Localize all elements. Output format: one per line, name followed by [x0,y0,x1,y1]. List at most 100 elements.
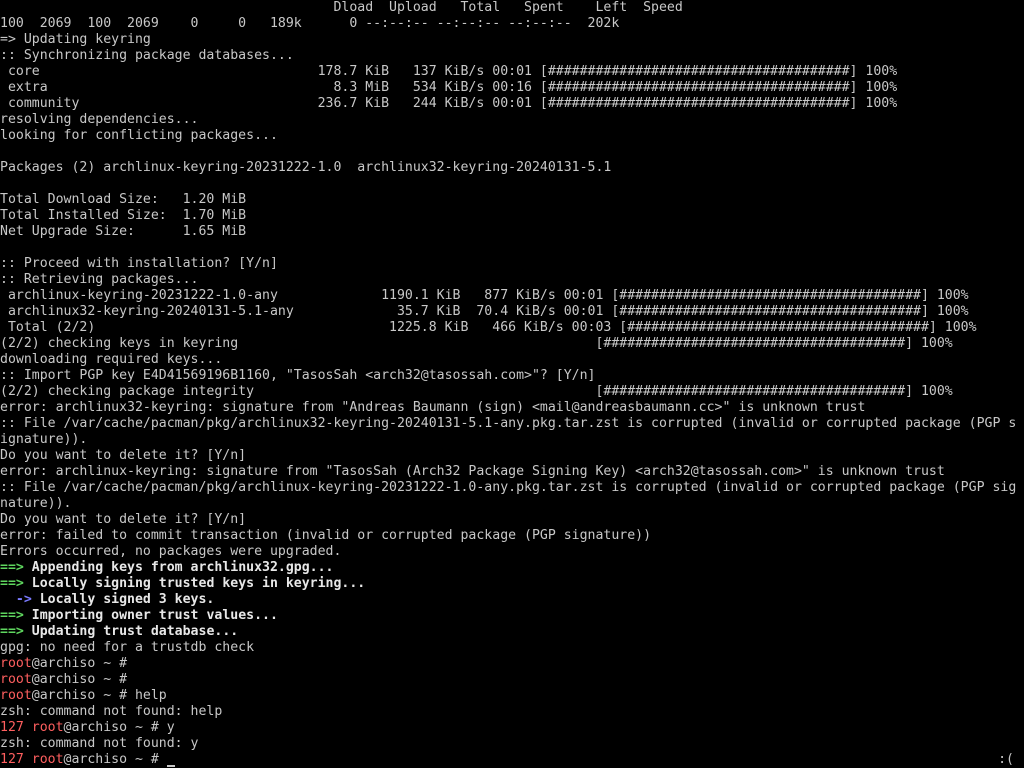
terminal-text: archlinux-keyring-20231222-1.0-any 1190.… [0,288,969,303]
terminal-text: @archiso ~ # [31,656,135,671]
terminal-text: :: Retrieving packages... [0,272,199,287]
terminal-text: @archiso ~ # [31,672,135,687]
terminal-line: ignature)). [0,432,1024,448]
terminal-line: :: Retrieving packages... [0,272,1024,288]
terminal-text: (2/2) checking keys in keyring [########… [0,336,953,351]
terminal-text: Total (2/2) 1225.8 KiB 466 KiB/s 00:03 [… [0,320,977,335]
terminal-text: :: Import PGP key E4D41569196B1160, "Tas… [0,368,596,383]
terminal-text: zsh: command not found: help [0,704,223,719]
terminal-line: ==> Appending keys from archlinux32.gpg.… [0,560,1024,576]
text-cursor [166,765,175,767]
terminal-line: nature)). [0,496,1024,512]
terminal-line: 127 root@archiso ~ # [0,752,1024,768]
terminal-text: root [0,672,32,687]
terminal-text: resolving dependencies... [0,112,199,127]
terminal-text: gpg: no need for a trustdb check [0,640,255,655]
terminal-line: archlinux32-keyring-20240131-5.1-any 35.… [0,304,1024,320]
terminal-text: Updating trust database... [23,624,239,639]
terminal-line: :: File /var/cache/pacman/pkg/archlinux3… [0,416,1024,432]
terminal-line: Total Download Size: 1.20 MiB [0,192,1024,208]
terminal-text: core 178.7 KiB 137 KiB/s 00:01 [########… [0,64,898,79]
terminal-line: (2/2) checking keys in keyring [########… [0,336,1024,352]
terminal-output: Dload Upload Total Spent Left Speed 100 2… [0,0,1024,768]
terminal-text: Locally signing trusted keys in keyring.… [23,576,366,591]
terminal-text: error: failed to commit transaction (inv… [0,528,652,543]
terminal-line: root@archiso ~ # help [0,688,1024,704]
terminal-text: looking for conflicting packages... [0,128,278,143]
terminal-text: ==> [0,576,24,591]
terminal-text: Total Download Size: 1.20 MiB [0,192,247,207]
status-indicator: :( [998,752,1014,767]
terminal-line: extra 8.3 MiB 534 KiB/s 00:16 [#########… [0,80,1024,96]
terminal-window[interactable]: Dload Upload Total Spent Left Speed 100 2… [0,0,1024,768]
terminal-line: zsh: command not found: y [0,736,1024,752]
terminal-line: error: failed to commit transaction (inv… [0,528,1024,544]
terminal-text: @archiso ~ # y [63,720,175,735]
terminal-line: Do you want to delete it? [Y/n] [0,512,1024,528]
terminal-text: 127 root [0,752,64,767]
terminal-line: :: Proceed with installation? [Y/n] [0,256,1024,272]
terminal-text: error: archlinux32-keyring: signature fr… [0,400,866,415]
terminal-text: Total Installed Size: 1.70 MiB [0,208,247,223]
terminal-text: root [0,688,32,703]
terminal-text: Locally signed 3 keys. [31,592,215,607]
terminal-text: @archiso ~ # [63,752,167,767]
terminal-text: ==> [0,608,24,623]
terminal-line: zsh: command not found: help [0,704,1024,720]
terminal-text: downloading required keys... [0,352,223,367]
terminal-text: Do you want to delete it? [Y/n] [0,512,247,527]
terminal-line: root@archiso ~ # [0,656,1024,672]
terminal-text: 127 root [0,720,64,735]
terminal-line: :: File /var/cache/pacman/pkg/archlinux-… [0,480,1024,496]
terminal-line: ==> Importing owner trust values... [0,608,1024,624]
terminal-line: downloading required keys... [0,352,1024,368]
terminal-text: error: archlinux-keyring: signature from… [0,464,945,479]
terminal-text: Appending keys from archlinux32.gpg... [23,560,334,575]
terminal-text: ==> [0,560,24,575]
terminal-line: Total (2/2) 1225.8 KiB 466 KiB/s 00:03 [… [0,320,1024,336]
terminal-text: ==> [0,624,24,639]
terminal-line: community 236.7 KiB 244 KiB/s 00:01 [###… [0,96,1024,112]
terminal-line: Net Upgrade Size: 1.65 MiB [0,224,1024,240]
terminal-line: root@archiso ~ # [0,672,1024,688]
terminal-line: error: archlinux32-keyring: signature fr… [0,400,1024,416]
terminal-line: Do you want to delete it? [Y/n] [0,448,1024,464]
terminal-text: :: Proceed with installation? [Y/n] [0,256,278,271]
terminal-text: :: File /var/cache/pacman/pkg/archlinux-… [0,480,1017,495]
terminal-text: Dload Upload Total Spent Left Speed [0,0,683,15]
terminal-line: Packages (2) archlinux-keyring-20231222-… [0,160,1024,176]
terminal-text: Net Upgrade Size: 1.65 MiB [0,224,247,239]
terminal-line: Total Installed Size: 1.70 MiB [0,208,1024,224]
terminal-line: ==> Updating trust database... [0,624,1024,640]
terminal-line: => Updating keyring [0,32,1024,48]
terminal-line: core 178.7 KiB 137 KiB/s 00:01 [########… [0,64,1024,80]
terminal-text: ignature)). [0,432,88,447]
terminal-text: 100 2069 100 2069 0 0 189k 0 --:--:-- --… [0,16,620,31]
terminal-text: @archiso ~ # help [31,688,167,703]
terminal-line: :: Import PGP key E4D41569196B1160, "Tas… [0,368,1024,384]
terminal-line: archlinux-keyring-20231222-1.0-any 1190.… [0,288,1024,304]
terminal-line: :: Synchronizing package databases... [0,48,1024,64]
terminal-text: Packages (2) archlinux-keyring-20231222-… [0,160,612,175]
terminal-text: :: Synchronizing package databases... [0,48,294,63]
terminal-text: -> [0,592,32,607]
terminal-text: archlinux32-keyring-20240131-5.1-any 35.… [0,304,969,319]
terminal-text: nature)). [0,496,72,511]
terminal-text: :: File /var/cache/pacman/pkg/archlinux3… [0,416,1017,431]
terminal-text: Importing owner trust values... [23,608,278,623]
terminal-line: 100 2069 100 2069 0 0 189k 0 --:--:-- --… [0,16,1024,32]
terminal-text: zsh: command not found: y [0,736,199,751]
terminal-line: Errors occurred, no packages were upgrad… [0,544,1024,560]
terminal-line: ==> Locally signing trusted keys in keyr… [0,576,1024,592]
terminal-text: => Updating keyring [0,32,151,47]
terminal-line: looking for conflicting packages... [0,128,1024,144]
terminal-line: -> Locally signed 3 keys. [0,592,1024,608]
terminal-line: resolving dependencies... [0,112,1024,128]
terminal-text: root [0,656,32,671]
terminal-text: community 236.7 KiB 244 KiB/s 00:01 [###… [0,96,898,111]
terminal-text: (2/2) checking package integrity [######… [0,384,953,399]
terminal-line: error: archlinux-keyring: signature from… [0,464,1024,480]
